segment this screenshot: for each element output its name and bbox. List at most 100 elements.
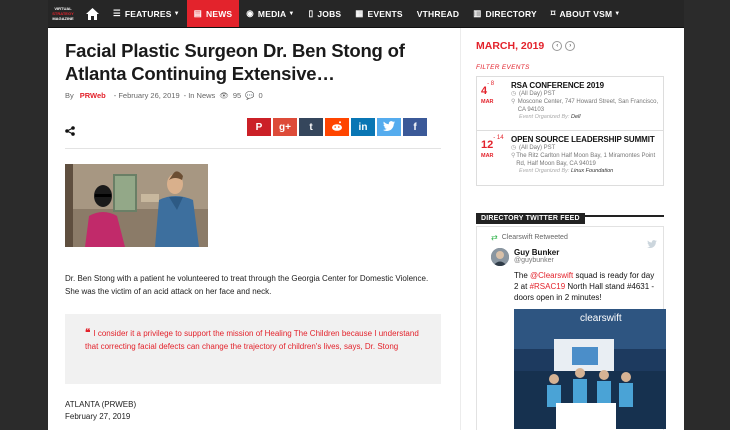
organizer-label: Event Organized By: <box>519 168 570 174</box>
event-time: ◷ (All Day) PST <box>511 144 659 152</box>
dateline: ATLANTA (PRWEB) February 27, 2019 <box>65 399 136 423</box>
twitter-bird-icon[interactable] <box>647 235 657 253</box>
retweet-line: ⇄ Clearswift Retweeted <box>491 233 657 242</box>
facebook-button[interactable]: f <box>403 118 427 136</box>
event-item[interactable]: 4- 8 MAR RSA CONFERENCE 2019 ◷ (All Day) … <box>477 77 663 131</box>
event-date: 4- 8 MAR <box>481 81 511 126</box>
reddit-button[interactable] <box>325 118 349 136</box>
logo-line: MAGAZINE <box>52 16 74 21</box>
quote-text: ❝ I consider it a privilege to support th… <box>85 328 427 353</box>
facebook-icon: f <box>413 121 417 133</box>
article-meta: By PRWeb - February 26, 2019 - In News 👁 … <box>65 91 267 100</box>
pinterest-button[interactable]: P <box>247 118 271 136</box>
top-nav: VIRTUAL STRATEGY MAGAZINE ☰ FEATURES ▼ ▤ NE… <box>48 0 684 28</box>
tweet-author[interactable]: Guy Bunker @guybunker <box>491 248 657 266</box>
event-location: ⚲ The Ritz Carlton Half Moon Bay, 1 Miram… <box>511 152 659 168</box>
publish-date: - February 26, 2019 <box>113 91 180 100</box>
tumblr-button[interactable]: t <box>299 118 323 136</box>
event-body: RSA CONFERENCE 2019 ◷ (All Day) PST ⚲ Mosc… <box>511 81 659 126</box>
organizer-label: Event Organized By: <box>519 114 570 120</box>
event-time-text: (All Day) PST <box>519 145 556 151</box>
event-item[interactable]: 12- 14 MAR OPEN SOURCE LEADERSHIP SUMMIT… <box>477 131 663 185</box>
sidebar-divider <box>460 28 461 430</box>
organizer-name: Dell <box>570 114 581 120</box>
list-icon: ☰ <box>113 8 121 18</box>
article-photo[interactable] <box>65 164 208 247</box>
prev-month-button[interactable]: ‹ <box>552 41 563 51</box>
nav-news[interactable]: ▤ NEWS <box>186 0 240 27</box>
event-body: OPEN SOURCE LEADERSHIP SUMMIT ◷ (All Day)… <box>511 135 659 181</box>
nav-about[interactable]: ⌑ ABOUT VSM ▼ <box>544 0 628 27</box>
event-location-text: The Ritz Carlton Half Moon Bay, 1 Miramo… <box>516 153 656 167</box>
home-button[interactable] <box>78 0 106 27</box>
event-time: ◷ (All Day) PST <box>511 90 659 98</box>
twitter-feed-heading: DIRECTORY TWITTER FEED <box>476 207 664 224</box>
retweet-icon: ⇄ <box>491 233 498 242</box>
comment-icon: 💬 <box>245 91 255 100</box>
avatar[interactable] <box>491 248 509 266</box>
event-organizer: Event Organized By: Dell <box>519 114 659 120</box>
nav-features[interactable]: ☰ FEATURES ▼ <box>106 0 187 27</box>
tweet-author-handle[interactable]: @guybunker <box>514 257 559 264</box>
clock-icon: ◷ <box>511 91 517 97</box>
filter-events-link[interactable]: FILTER EVENTS <box>476 64 530 71</box>
dateline-date: February 27, 2019 <box>65 412 131 421</box>
event-day: 12 <box>481 139 494 151</box>
reddit-icon <box>331 120 343 134</box>
organizer-name: Linux Foundation <box>570 168 614 174</box>
author-link[interactable]: PRWeb <box>80 91 106 100</box>
event-title[interactable]: RSA CONFERENCE 2019 <box>511 81 659 90</box>
event-date: 12- 14 MAR <box>481 135 511 181</box>
nav-vthread[interactable]: VTHREAD <box>410 0 467 27</box>
nav-directory[interactable]: ▥ DIRECTORY <box>466 0 544 27</box>
category-link[interactable]: - In News <box>184 91 216 100</box>
view-count: 95 <box>232 91 242 100</box>
tweet-photo[interactable]: clearswift clearswift <box>514 309 666 429</box>
tweet-mention-link[interactable]: @Clearswift <box>530 271 573 280</box>
tweet-author-name[interactable]: Guy Bunker <box>514 248 559 257</box>
event-time-text: (All Day) PST <box>519 91 556 97</box>
linkedin-button[interactable]: in <box>351 118 375 136</box>
nav-label: NEWS <box>205 8 233 19</box>
home-icon <box>85 7 99 20</box>
tumblr-icon: t <box>309 121 313 133</box>
eye-icon: 👁 <box>219 91 229 100</box>
nav-jobs[interactable]: ▯ JOBS <box>301 0 348 27</box>
tweet-text: The @Clearswift squad is ready for day 2… <box>514 270 657 303</box>
chevron-right-icon: › <box>569 43 572 49</box>
nav-label: FEATURES <box>124 8 172 19</box>
nav-label: MEDIA <box>257 8 287 19</box>
quote-body: I consider it a privilege to support the… <box>85 329 419 351</box>
event-organizer: Event Organized By: Linux Foundation <box>519 168 659 174</box>
divider <box>65 148 441 149</box>
location-pin-icon: ⚲ <box>511 99 516 105</box>
event-end-day: - 8 <box>487 81 495 87</box>
tweet-text-part: The <box>514 271 531 280</box>
linkedin-icon: in <box>358 121 368 133</box>
share-icon[interactable] <box>65 123 75 141</box>
event-title[interactable]: OPEN SOURCE LEADERSHIP SUMMIT <box>511 135 659 144</box>
quote-icon: ❝ <box>85 328 91 339</box>
retweeted-by[interactable]: Clearswift Retweeted <box>502 234 568 241</box>
nav-media[interactable]: ◉ MEDIA ▼ <box>239 0 301 27</box>
event-location-text: Moscone Center, 747 Howard Street, San F… <box>517 99 659 113</box>
nav-label: DIRECTORY <box>485 8 537 19</box>
nav-label: ABOUT VSM <box>559 8 613 19</box>
tweet-card: ⇄ Clearswift Retweeted Guy Bunker @guybun… <box>476 226 666 430</box>
bookmark-icon: ⌑ <box>550 8 556 18</box>
photo-caption: Dr. Ben Stong with a patient he voluntee… <box>65 274 429 296</box>
tweet-hashtag-link[interactable]: #RSAC19 <box>530 282 566 291</box>
next-month-button[interactable]: › <box>565 41 576 51</box>
twitter-icon <box>383 120 395 134</box>
twitter-button[interactable] <box>377 118 401 136</box>
article-title: Facial Plastic Surgeon Dr. Ben Stong of … <box>65 40 405 84</box>
phone-icon: ▯ <box>308 8 314 18</box>
nav-label: VTHREAD <box>416 8 460 19</box>
site-logo[interactable]: VIRTUAL STRATEGY MAGAZINE <box>48 0 78 27</box>
page-content: Facial Plastic Surgeon Dr. Ben Stong of … <box>48 28 684 430</box>
social-share-bar: P g+ t in f <box>247 118 427 136</box>
nav-events[interactable]: ▦ EVENTS <box>348 0 409 27</box>
comment-count[interactable]: 0 <box>259 91 263 100</box>
google-plus-button[interactable]: g+ <box>273 118 297 136</box>
caret-down-icon: ▼ <box>288 10 295 17</box>
